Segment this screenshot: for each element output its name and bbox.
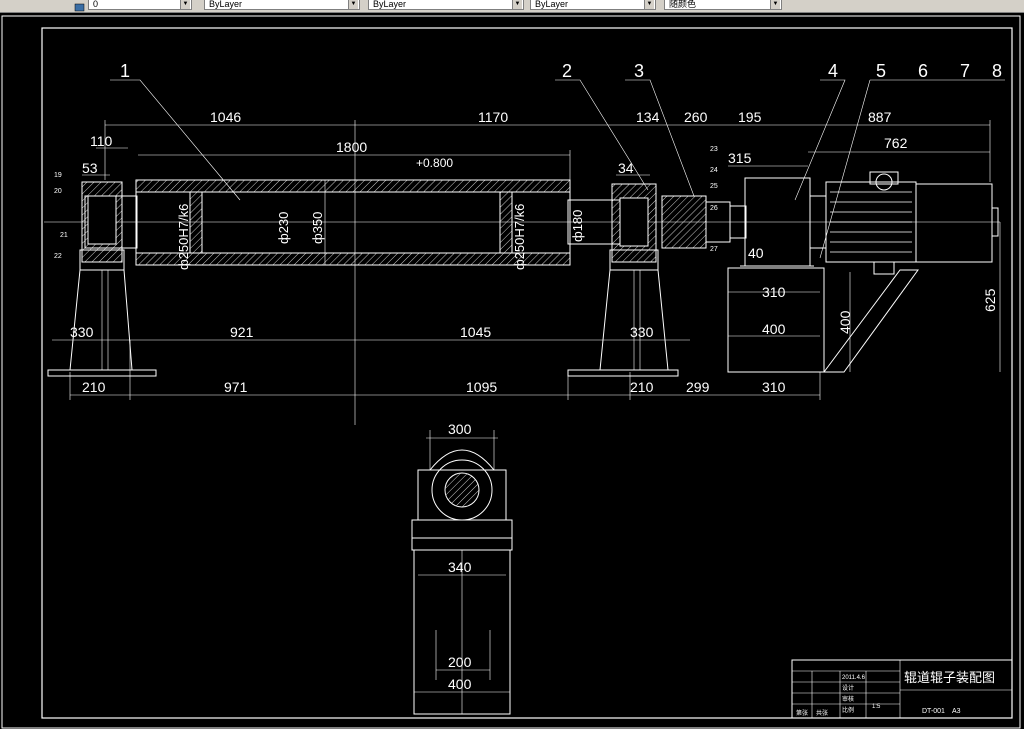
dim-299: 299 (686, 379, 710, 395)
title-block (791, 659, 1013, 719)
callout-27: 27 (710, 246, 718, 253)
dim-921: 921 (230, 324, 254, 340)
left-bearing-bore (87, 195, 117, 245)
dim-1045: 1045 (460, 324, 491, 340)
callout-22: 22 (54, 253, 62, 260)
title-block-scale: 1:5 (872, 704, 881, 710)
title-block-date: 2011.4.6 (842, 675, 866, 681)
title-block-title: 辊道辊子装配图 (904, 670, 995, 685)
title-block-sheet-size: A3 (952, 708, 961, 715)
color-combo[interactable]: ByLayer ▼ (204, 0, 360, 10)
part-number-6: 6 (918, 61, 928, 81)
dim-330-right: 330 (630, 324, 654, 340)
part-number-3: 3 (634, 61, 644, 81)
dim-1170: 1170 (478, 109, 508, 125)
plotstyle-combo[interactable]: 随颜色 ▼ (664, 0, 782, 10)
layer-icon[interactable] (74, 0, 86, 12)
dim-625: 625 (982, 288, 998, 312)
linetype-combo[interactable]: ByLayer ▼ (368, 0, 524, 10)
callout-20: 20 (54, 188, 62, 195)
part-number-5: 5 (876, 61, 886, 81)
part-number-4: 4 (828, 61, 838, 81)
title-row-label-design: 设计 (842, 684, 854, 692)
title-row-label-total: 共张 (816, 709, 828, 717)
title-row-label-review: 审核 (842, 695, 854, 703)
dim-315: 315 (728, 150, 752, 166)
plotstyle-combo-value: 随颜色 (669, 0, 697, 9)
part-number-7: 7 (960, 61, 970, 81)
linetype-combo-value: ByLayer (373, 0, 407, 9)
dim-971: 971 (224, 379, 248, 395)
dim-1046: 1046 (210, 109, 241, 125)
callout-25: 25 (710, 183, 718, 190)
chevron-down-icon[interactable]: ▼ (770, 0, 780, 9)
roller-left-end (189, 191, 203, 254)
inner-frame (41, 27, 1013, 719)
dim-400-vertical: 400 (837, 310, 853, 334)
dim-310-base: 310 (762, 284, 786, 300)
dim-210-right: 210 (630, 379, 654, 395)
dim-260: 260 (684, 109, 708, 125)
dim-762: 762 (884, 135, 908, 151)
callout-24: 24 (710, 167, 718, 174)
properties-toolbar: 0 ▼ ByLayer ▼ ByLayer ▼ ByLayer ▼ 随颜色 ▼ (0, 0, 1024, 13)
dim-40: 40 (748, 245, 764, 261)
section-dim-400: 400 (448, 676, 472, 692)
roller-bottom-wall (135, 252, 571, 266)
tolerance-label: +0.800 (416, 156, 453, 170)
section-dim-200: 200 (448, 654, 472, 670)
roller-right-end (499, 191, 513, 254)
diameter-350: ф350 (310, 212, 325, 244)
dim-110: 110 (90, 133, 113, 149)
section-dim-300: 300 (448, 421, 472, 437)
chevron-down-icon[interactable]: ▼ (348, 0, 358, 9)
section-dim-340: 340 (448, 559, 472, 575)
diameter-180: ф180 (570, 210, 585, 242)
color-combo-value: ByLayer (209, 0, 243, 9)
callout-19: 19 (54, 172, 62, 179)
layer-combo[interactable]: 0 ▼ (88, 0, 192, 10)
callout-23: 23 (710, 146, 718, 153)
left-pedestal (69, 269, 133, 371)
callout-26: 26 (710, 205, 718, 212)
lineweight-combo[interactable]: ByLayer ▼ (530, 0, 656, 10)
dim-34: 34 (618, 160, 634, 176)
dim-210-left: 210 (82, 379, 106, 395)
chevron-down-icon[interactable]: ▼ (180, 0, 190, 9)
bore-label-right: ф250H7/k6 (512, 204, 527, 270)
dim-1800: 1800 (336, 139, 367, 155)
dim-53: 53 (82, 160, 98, 176)
part-number-8: 8 (992, 61, 1002, 81)
title-block-drawing-no: DT-001 (922, 708, 945, 715)
right-bearing-bore (619, 197, 649, 247)
chevron-down-icon[interactable]: ▼ (512, 0, 522, 9)
callout-21: 21 (60, 232, 68, 239)
diameter-230: ф230 (276, 212, 291, 244)
right-base-plate (567, 369, 679, 377)
title-row-label-sheet: 第张 (796, 709, 808, 717)
dim-1095: 1095 (466, 379, 497, 395)
dim-195: 195 (738, 109, 762, 125)
bore-label-left: ф250H7/k6 (176, 204, 191, 270)
drawing-canvas[interactable]: 1 2 3 4 5 6 7 8 19 20 21 22 23 24 25 26 … (0, 13, 1024, 729)
chevron-down-icon[interactable]: ▼ (644, 0, 654, 9)
roller-top-wall (135, 179, 571, 193)
dim-134: 134 (636, 109, 660, 125)
part-number-1: 1 (120, 61, 130, 81)
left-base-plate (47, 369, 157, 377)
lineweight-combo-value: ByLayer (535, 0, 569, 9)
layer-combo-value: 0 (93, 0, 99, 9)
dim-400-base: 400 (762, 321, 786, 337)
part-number-2: 2 (562, 61, 572, 81)
dim-887: 887 (868, 109, 892, 125)
motor-fan-cover (915, 183, 993, 263)
coupling (661, 195, 707, 249)
dim-330-left: 330 (70, 324, 94, 340)
title-row-label-scale: 比例 (842, 706, 854, 714)
dim-310-bottom: 310 (762, 379, 786, 395)
